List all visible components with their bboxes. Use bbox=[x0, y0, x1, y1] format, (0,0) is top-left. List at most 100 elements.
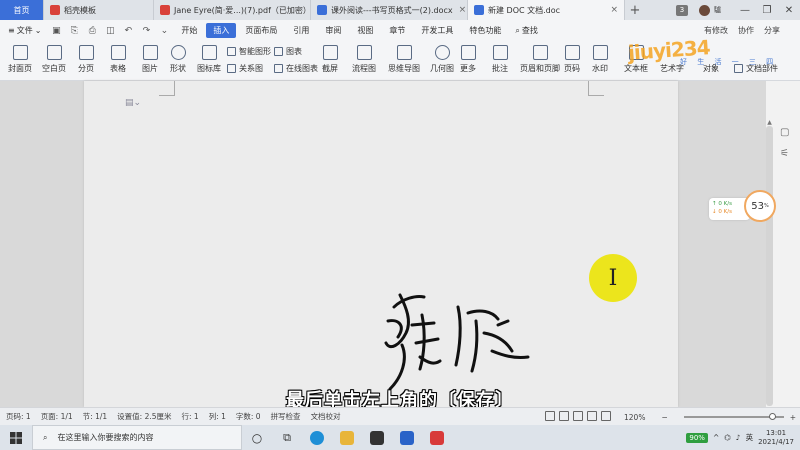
print-icon[interactable]: ⎙ bbox=[85, 25, 99, 37]
scroll-up-icon[interactable]: ▲ bbox=[766, 119, 773, 126]
tab-review[interactable]: 审阅 bbox=[318, 23, 348, 38]
task-view-button[interactable]: ⧉ bbox=[272, 425, 302, 450]
page-break-button[interactable]: 分页 bbox=[78, 45, 94, 74]
zoom-in-icon[interactable]: + bbox=[790, 413, 796, 422]
web-view-icon[interactable] bbox=[559, 411, 569, 421]
usage-gauge[interactable]: 53% bbox=[744, 190, 776, 222]
relation-chart-button[interactable]: 关系图 bbox=[227, 63, 263, 74]
status-section[interactable]: 节: 1/1 bbox=[83, 411, 107, 422]
share-button[interactable]: 分享 bbox=[764, 25, 780, 36]
minimize-icon[interactable]: — bbox=[734, 5, 756, 16]
tab-features[interactable]: 特色功能 bbox=[462, 23, 508, 38]
zoom-level[interactable]: 120% bbox=[624, 413, 645, 422]
tab-home[interactable]: 首页 bbox=[0, 0, 44, 20]
header-footer-button[interactable]: 页眉和页脚 bbox=[520, 45, 560, 74]
start-button[interactable] bbox=[0, 425, 32, 450]
button-label: 水印 bbox=[592, 64, 608, 73]
tray-overflow-icon[interactable]: ^ bbox=[713, 433, 719, 442]
new-tab-button[interactable]: + bbox=[625, 0, 645, 20]
preview-icon[interactable]: ◫ bbox=[103, 25, 117, 37]
eye-care-icon[interactable] bbox=[601, 411, 611, 421]
tab-pdf[interactable]: Jane Eyre(简·爱...)(7).pdf（已加密） × bbox=[154, 0, 311, 20]
comment-button[interactable]: 批注 bbox=[492, 45, 508, 74]
flowchart-button[interactable]: 流程图 bbox=[352, 45, 376, 74]
wps-writer-icon bbox=[400, 430, 414, 445]
more-button[interactable]: 更多 bbox=[460, 45, 476, 74]
close-icon[interactable]: × bbox=[604, 5, 618, 15]
wps-app[interactable] bbox=[392, 425, 422, 450]
button-label: 图标库 bbox=[197, 64, 221, 73]
tab-page-layout[interactable]: 页面布局 bbox=[238, 23, 284, 38]
ime-indicator[interactable]: 英 bbox=[746, 432, 754, 443]
tab-new-doc[interactable]: 新建 DOC 文档.doc × bbox=[468, 0, 625, 20]
table-button[interactable]: 表格 bbox=[110, 45, 126, 74]
youdao-app[interactable] bbox=[422, 425, 452, 450]
tab-docer[interactable]: 稻壳模板 bbox=[44, 0, 154, 20]
undo-icon[interactable]: ↶ bbox=[121, 25, 135, 37]
network-icon[interactable]: ⌬ bbox=[724, 433, 731, 442]
tab-reference[interactable]: 引用 bbox=[286, 23, 316, 38]
cortana-button[interactable]: ○ bbox=[242, 425, 272, 450]
tab-view[interactable]: 视图 bbox=[350, 23, 380, 38]
mindmap-button[interactable]: 思维导图 bbox=[388, 45, 420, 74]
edge-app[interactable] bbox=[302, 425, 332, 450]
status-page-number[interactable]: 页码: 1 bbox=[6, 411, 31, 422]
chart-button[interactable]: 图表 bbox=[274, 46, 302, 57]
avatar[interactable] bbox=[699, 5, 710, 16]
battery-indicator[interactable]: 90% bbox=[686, 432, 708, 443]
volume-icon[interactable]: ♪ bbox=[736, 433, 741, 442]
undo-folder-icon[interactable]: ⎘ bbox=[67, 25, 81, 37]
explorer-app[interactable] bbox=[332, 425, 362, 450]
zoom-slider-knob[interactable] bbox=[768, 413, 776, 420]
watermark-button[interactable]: 水印 bbox=[592, 45, 608, 74]
clock[interactable]: 13:01 2021/4/17 bbox=[758, 429, 794, 447]
cover-page-button[interactable]: 封面页 bbox=[8, 45, 32, 74]
redo-icon[interactable]: ↷ bbox=[139, 25, 153, 37]
page-view-icon[interactable] bbox=[545, 411, 555, 421]
icon-library-button[interactable]: 图标库 bbox=[197, 45, 221, 74]
tab-chapter[interactable]: 章节 bbox=[382, 23, 412, 38]
save-icon[interactable]: ▣ bbox=[49, 25, 63, 37]
file-menu[interactable]: ≡ 文件 ⌄ bbox=[0, 25, 47, 36]
online-chart-button[interactable]: 在线图表 bbox=[274, 63, 318, 74]
tab-insert[interactable]: 插入 bbox=[206, 23, 237, 38]
shape-button[interactable]: 形状 bbox=[170, 45, 186, 74]
maximize-icon[interactable]: ❐ bbox=[756, 5, 778, 16]
read-view-icon[interactable] bbox=[587, 411, 597, 421]
scroll-thumb[interactable] bbox=[766, 126, 773, 406]
user-name[interactable]: 驢 bbox=[714, 5, 721, 15]
outline-view-icon[interactable] bbox=[573, 411, 583, 421]
close-window-icon[interactable]: ✕ bbox=[778, 5, 800, 16]
more-icon[interactable]: ⌄ bbox=[157, 25, 171, 37]
tab-start[interactable]: 开始 bbox=[174, 23, 204, 38]
document-options-icon[interactable]: ▤⌄ bbox=[125, 98, 141, 108]
status-setting[interactable]: 设置值: 2.5厘米 bbox=[117, 411, 171, 422]
smart-art-button[interactable]: 智能图形 bbox=[227, 46, 271, 57]
collaborate-button[interactable]: 协作 bbox=[738, 25, 754, 36]
search-button[interactable]: ⌕ 查找 bbox=[515, 25, 537, 36]
blank-page-button[interactable]: 空白页 bbox=[42, 45, 66, 74]
status-row[interactable]: 行: 1 bbox=[182, 411, 199, 422]
spell-check-toggle[interactable]: 拼写检查 bbox=[271, 411, 301, 422]
geometry-button[interactable]: 几何图 bbox=[430, 45, 454, 74]
screenshot-button[interactable]: 截屏 bbox=[322, 45, 338, 74]
status-pages[interactable]: 页面: 1/1 bbox=[41, 411, 73, 422]
page-number-button[interactable]: 页码 bbox=[564, 45, 580, 74]
taskbar-search[interactable]: ⌕ 在这里输入你要搜索的内容 bbox=[32, 425, 242, 450]
tab-docx[interactable]: 课外阅读---书写页格式一(2).docx × bbox=[311, 0, 468, 20]
notification-badge[interactable]: 3 bbox=[676, 5, 688, 16]
sidebar-pin-icon[interactable]: ▢ bbox=[780, 127, 792, 139]
tab-developer[interactable]: 开发工具 bbox=[414, 23, 460, 38]
picture-button[interactable]: 图片 bbox=[142, 45, 158, 74]
status-col[interactable]: 列: 1 bbox=[209, 411, 226, 422]
doc-compare-toggle[interactable]: 文档校对 bbox=[311, 411, 341, 422]
zoom-out-icon[interactable]: − bbox=[661, 413, 667, 422]
signature-image[interactable] bbox=[372, 285, 542, 395]
close-icon[interactable]: × bbox=[453, 5, 467, 15]
status-word-count[interactable]: 字数: 0 bbox=[236, 411, 261, 422]
geometry-icon bbox=[434, 45, 450, 60]
more-grid-icon bbox=[460, 45, 476, 60]
zoom-slider[interactable] bbox=[683, 413, 784, 420]
settings-sliders-icon[interactable]: ⚟ bbox=[780, 148, 792, 160]
store-app[interactable] bbox=[362, 425, 392, 450]
